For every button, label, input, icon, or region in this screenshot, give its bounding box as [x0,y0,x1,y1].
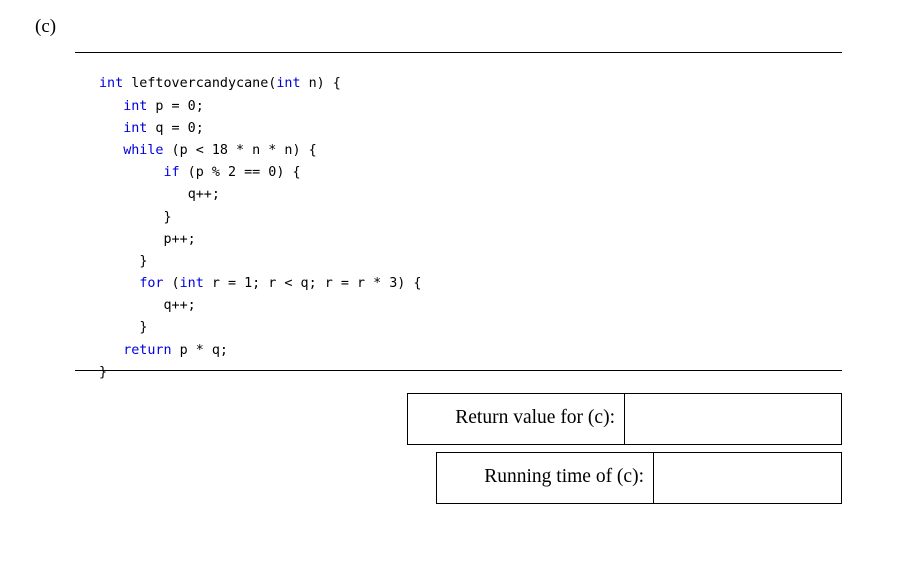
code-keyword: if [163,165,180,181]
code-line: } [99,362,421,384]
code-keyword: while [123,142,164,158]
answer-field-return-value[interactable] [625,393,842,445]
code-token: r = 1; r < q; r = r * 3) { [203,276,422,292]
code-token: p * q; [171,342,228,358]
part-label: (c) [35,16,57,37]
code-token: q++; [187,187,220,203]
code-line: int p = 0; [99,96,421,118]
code-line: } [99,251,421,273]
code-line: int leftovercandycane(int n) { [99,73,421,95]
listing-bottom-rule [75,370,842,371]
code-keyword: int [99,76,124,92]
code-token: } [163,209,172,225]
answer-field-running-time[interactable] [654,452,842,504]
answer-row-return-value: Return value for (c): [407,393,842,445]
code-line: if (p % 2 == 0) { [99,162,421,184]
answer-row-running-time: Running time of (c): [436,452,842,504]
code-token: n) { [300,76,341,92]
code-line: p++; [99,229,421,251]
code-keyword: int [123,120,148,136]
code-line: while (p < 18 * n * n) { [99,140,421,162]
code-token: q++; [163,298,196,314]
code-keyword: for [139,276,164,292]
code-line: } [99,207,421,229]
code-token: (p < 18 * n * n) { [163,142,317,158]
code-token: ( [163,276,180,292]
code-token: } [139,253,148,269]
code-keyword: return [123,342,172,358]
code-line: q++; [99,184,421,206]
code-token: } [139,320,148,336]
code-keyword: int [123,98,148,114]
code-line: for (int r = 1; r < q; r = r * 3) { [99,273,421,295]
code-token: p = 0; [147,98,204,114]
code-line: int q = 0; [99,118,421,140]
answer-label-return-value: Return value for (c): [407,393,625,445]
code-line: q++; [99,295,421,317]
code-token: p++; [163,231,196,247]
code-token: leftovercandycane( [123,76,277,92]
listing-top-rule [75,52,842,53]
code-token: (p % 2 == 0) { [179,165,301,181]
code-keyword: int [276,76,301,92]
code-token: q = 0; [147,120,204,136]
code-listing: int leftovercandycane(int n) { int p = 0… [99,73,421,384]
code-keyword: int [179,276,204,292]
code-token: } [99,364,108,380]
answer-label-running-time: Running time of (c): [436,452,654,504]
code-line: return p * q; [99,340,421,362]
code-line: } [99,317,421,339]
